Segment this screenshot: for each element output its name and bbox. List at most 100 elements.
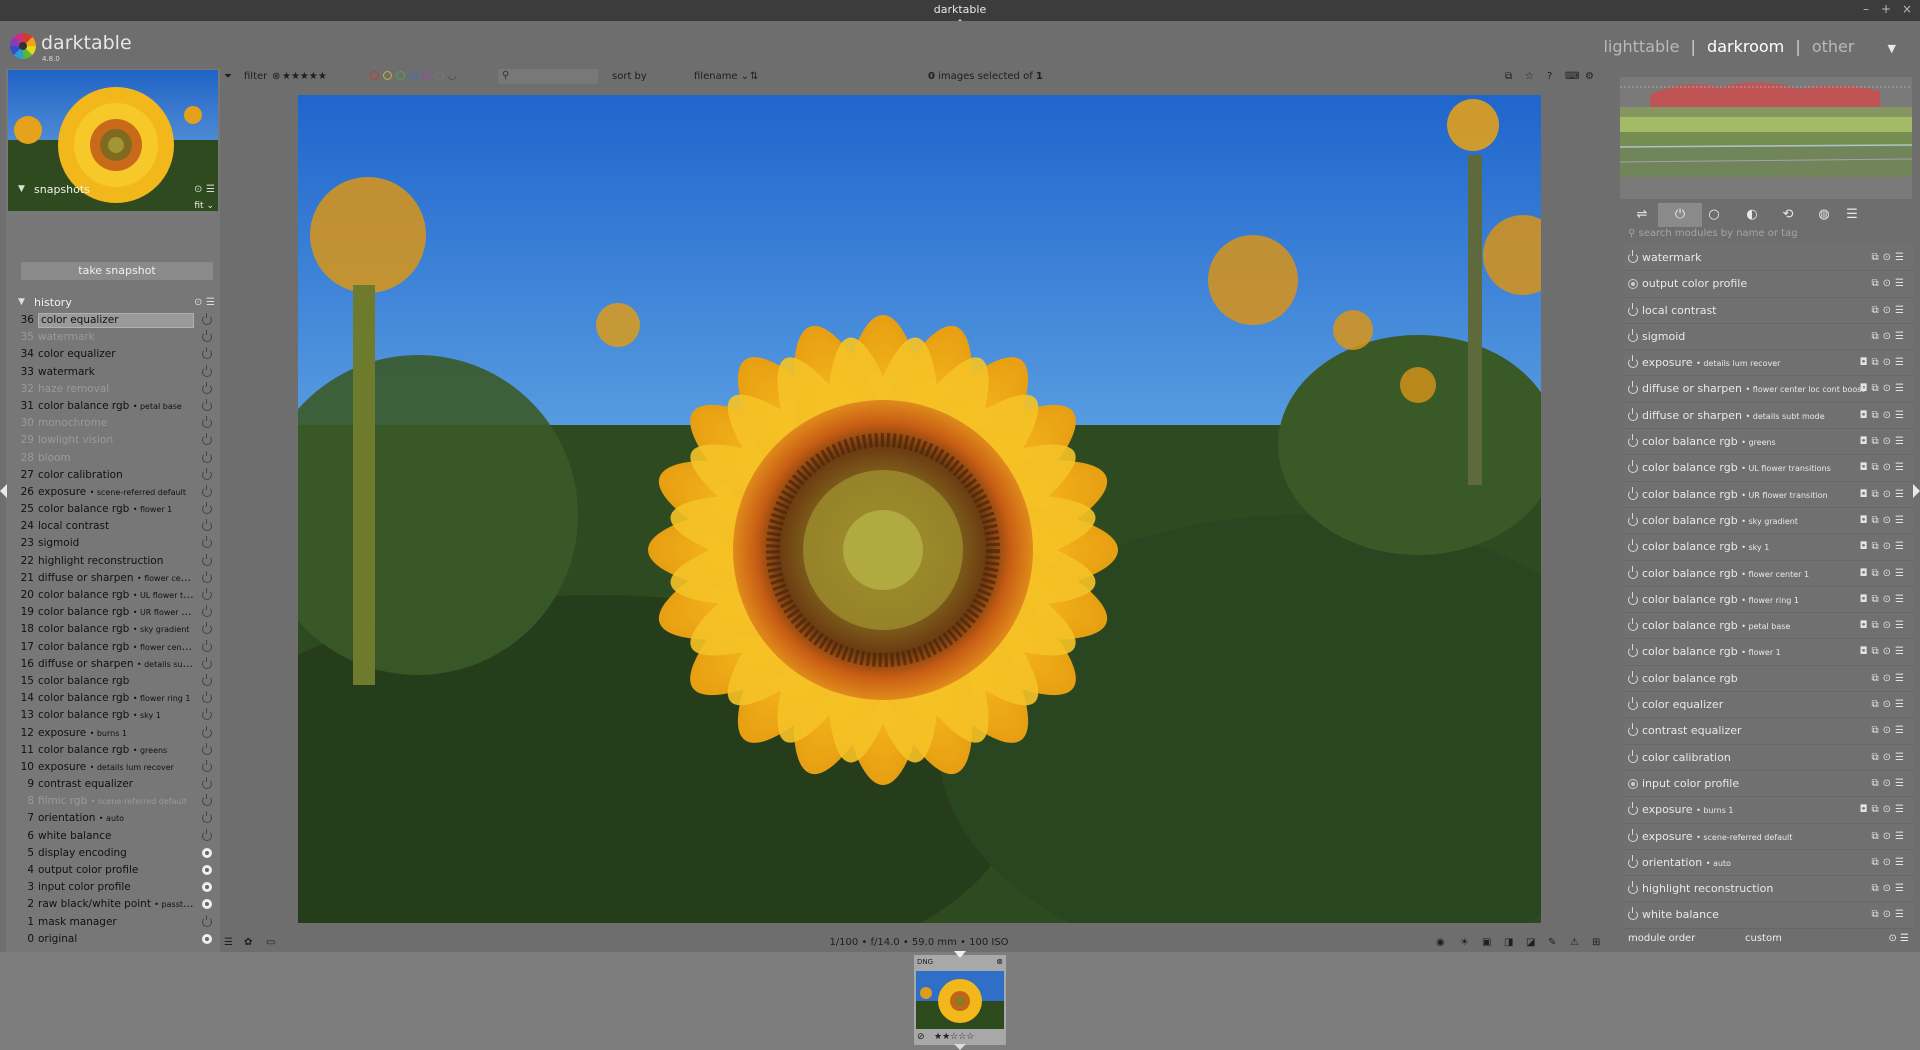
reset-icon[interactable]: ⊙ xyxy=(1883,883,1895,894)
history-item[interactable]: 10 exposure • details lum recover xyxy=(16,759,218,777)
multi-instance-icon[interactable]: ⧉ xyxy=(1872,252,1883,263)
history-item[interactable]: 12 exposure • burns 1 xyxy=(16,725,218,743)
multi-instance-icon[interactable]: ⧉ xyxy=(1872,646,1883,657)
presets-icon[interactable]: ☰ xyxy=(206,297,215,308)
multi-instance-icon[interactable]: ⧉ xyxy=(1872,831,1883,842)
rating-reject-icon[interactable]: ⊗ xyxy=(272,71,280,82)
multi-instance-icon[interactable]: ⧉ xyxy=(1872,278,1883,289)
warning-icon[interactable]: ⚠ xyxy=(1570,937,1579,948)
history-item[interactable]: 34 color equalizer xyxy=(16,347,218,364)
reset-icon[interactable]: ⊙ xyxy=(1883,646,1895,657)
module-header-icons[interactable]: ◘⧉⊙☰ xyxy=(1860,568,1908,579)
module-power-icon[interactable] xyxy=(1628,539,1638,553)
settings-gear-icon[interactable]: ⚙ xyxy=(1585,71,1594,82)
clipping-indicator-icon[interactable]: ◨ xyxy=(1504,937,1513,948)
multi-instance-icon[interactable]: ⧉ xyxy=(1872,909,1883,920)
module-power-icon[interactable] xyxy=(1628,407,1638,421)
module-header-icons[interactable]: ◘⧉⊙☰ xyxy=(1860,436,1908,447)
module-row[interactable]: color balance rgb • greens ◘⧉⊙☰ xyxy=(1624,429,1914,456)
all-labels-icon[interactable] xyxy=(435,71,444,80)
history-item[interactable]: 25 color balance rgb • flower 1 xyxy=(16,502,218,519)
snapshots-header[interactable]: ▼ snapshots ⊙ ☰ xyxy=(18,182,215,200)
module-power-icon[interactable] xyxy=(1628,328,1638,342)
module-order-row[interactable]: module order custom ⊙ ☰ xyxy=(1628,933,1913,949)
module-row[interactable]: color balance rgb • UR flower transition… xyxy=(1624,481,1914,508)
reset-presets-icons[interactable]: ⊙ ☰ xyxy=(1888,933,1909,944)
blue-label-icon[interactable] xyxy=(409,71,418,80)
module-power-icon[interactable] xyxy=(1628,749,1638,763)
history-item[interactable]: 36 color equalizer xyxy=(16,313,218,330)
reset-icon[interactable]: ⊙ xyxy=(1883,568,1895,579)
multi-instance-icon[interactable]: ⧉ xyxy=(1872,436,1883,447)
presets-icon[interactable]: ☰ xyxy=(1895,410,1908,421)
module-row[interactable]: input color profile ⧉⊙☰ xyxy=(1624,770,1914,798)
history-item[interactable]: 2 raw black/white point • passthrough xyxy=(16,897,218,914)
reset-icon[interactable]: ⊙ xyxy=(194,184,202,195)
sort-by-select[interactable]: filename ⌄ xyxy=(694,71,749,82)
module-header-icons[interactable]: ⧉⊙☰ xyxy=(1872,883,1909,894)
presets-icon[interactable]: ☰ xyxy=(1895,778,1908,789)
history-item[interactable]: 4 output color profile xyxy=(16,863,218,880)
reset-icon[interactable]: ⊙ xyxy=(1883,594,1895,605)
module-row[interactable]: diffuse or sharpen • flower center loc c… xyxy=(1624,376,1914,403)
mask-icon[interactable]: ◘ xyxy=(1860,515,1872,526)
filmstrip-thumbnail[interactable]: DNG ⊗ ⊘ ★★☆☆☆ xyxy=(914,955,1006,1045)
multi-instance-icon[interactable]: ⧉ xyxy=(1872,725,1883,736)
guides-icon[interactable]: ⊞ xyxy=(1592,937,1600,948)
collapse-right-panel-icon[interactable] xyxy=(1913,484,1920,498)
thumbnail-rating[interactable]: ★★☆☆☆ xyxy=(934,1032,974,1042)
module-power-icon[interactable] xyxy=(1628,907,1638,921)
presets-icon[interactable]: ☰ xyxy=(1895,383,1908,394)
multi-instance-icon[interactable]: ⧉ xyxy=(1872,594,1883,605)
history-item[interactable]: 24 local contrast xyxy=(16,519,218,536)
label-toggle-icon[interactable]: ◡ xyxy=(448,71,457,82)
module-power-icon[interactable] xyxy=(1628,565,1638,579)
presets-icon[interactable]: ☰ xyxy=(1895,331,1908,342)
correct-group-icon[interactable]: ⟲ xyxy=(1780,207,1796,223)
history-item[interactable]: 8 filmic rgb • scene-referred default xyxy=(16,794,218,811)
multi-instance-icon[interactable]: ⧉ xyxy=(1872,778,1883,789)
multi-instance-icon[interactable]: ⧉ xyxy=(1872,804,1883,815)
active-modules-power-icon[interactable]: ⏻ xyxy=(1658,203,1702,227)
reset-icon[interactable]: ⊙ xyxy=(1883,725,1895,736)
module-header-icons[interactable]: ⧉⊙☰ xyxy=(1872,331,1909,342)
history-item[interactable]: 29 lowlight vision xyxy=(16,433,218,450)
view-other[interactable]: other xyxy=(1812,37,1855,56)
history-item[interactable]: 6 white balance xyxy=(16,828,218,846)
mask-icon[interactable]: ◘ xyxy=(1860,541,1872,552)
module-power-icon[interactable] xyxy=(1628,434,1638,448)
mask-icon[interactable]: ◘ xyxy=(1860,568,1872,579)
reset-icon[interactable]: ⊙ xyxy=(1883,331,1895,342)
presets-icon[interactable]: ☰ xyxy=(1895,883,1908,894)
chevron-down-icon[interactable]: ▼ xyxy=(1888,42,1896,55)
always-on-icon[interactable] xyxy=(1628,279,1638,290)
history-item[interactable]: 18 color balance rgb • sky gradient xyxy=(16,622,218,639)
module-row[interactable]: exposure • scene-referred default ⧉⊙☰ xyxy=(1624,823,1914,850)
module-header-icons[interactable]: ◘⧉⊙☰ xyxy=(1860,489,1908,500)
module-header-icons[interactable]: ⧉⊙☰ xyxy=(1872,252,1909,263)
close-icon[interactable]: × xyxy=(1899,2,1915,16)
color-label-filters[interactable]: ◡ xyxy=(370,71,457,82)
take-snapshot-button[interactable]: take snapshot xyxy=(21,262,213,280)
multi-instance-icon[interactable]: ⧉ xyxy=(1872,383,1883,394)
multi-instance-icon[interactable]: ⧉ xyxy=(1872,857,1883,868)
red-label-icon[interactable] xyxy=(370,71,379,80)
history-item[interactable]: 33 watermark xyxy=(16,364,218,382)
module-row[interactable]: exposure • details lum recover ◘⧉⊙☰ xyxy=(1624,350,1914,377)
reset-icon[interactable]: ⊙ xyxy=(1883,436,1895,447)
history-item[interactable]: 27 color calibration xyxy=(16,467,218,485)
multi-instance-icon[interactable]: ⧉ xyxy=(1872,620,1883,631)
presets-icon[interactable]: ☰ xyxy=(1895,462,1908,473)
reset-icon[interactable]: ⊙ xyxy=(1883,673,1895,684)
mask-icon[interactable]: ◘ xyxy=(1860,620,1872,631)
module-row[interactable]: color balance rgb • petal base ◘⧉⊙☰ xyxy=(1624,613,1914,640)
multi-instance-icon[interactable]: ⧉ xyxy=(1872,541,1883,552)
star-icon[interactable]: ☆ xyxy=(1525,71,1534,82)
module-row[interactable]: color balance rgb • UL flower transition… xyxy=(1624,455,1914,482)
presets-icon[interactable]: ☰ xyxy=(1895,673,1908,684)
module-header-icons[interactable]: ⧉⊙☰ xyxy=(1872,278,1909,289)
history-item[interactable]: 23 sigmoid xyxy=(16,536,218,553)
module-power-icon[interactable] xyxy=(1628,355,1638,369)
presets-icon[interactable]: ☰ xyxy=(206,184,215,195)
module-row[interactable]: color balance rgb • flower ring 1 ◘⧉⊙☰ xyxy=(1624,586,1914,614)
